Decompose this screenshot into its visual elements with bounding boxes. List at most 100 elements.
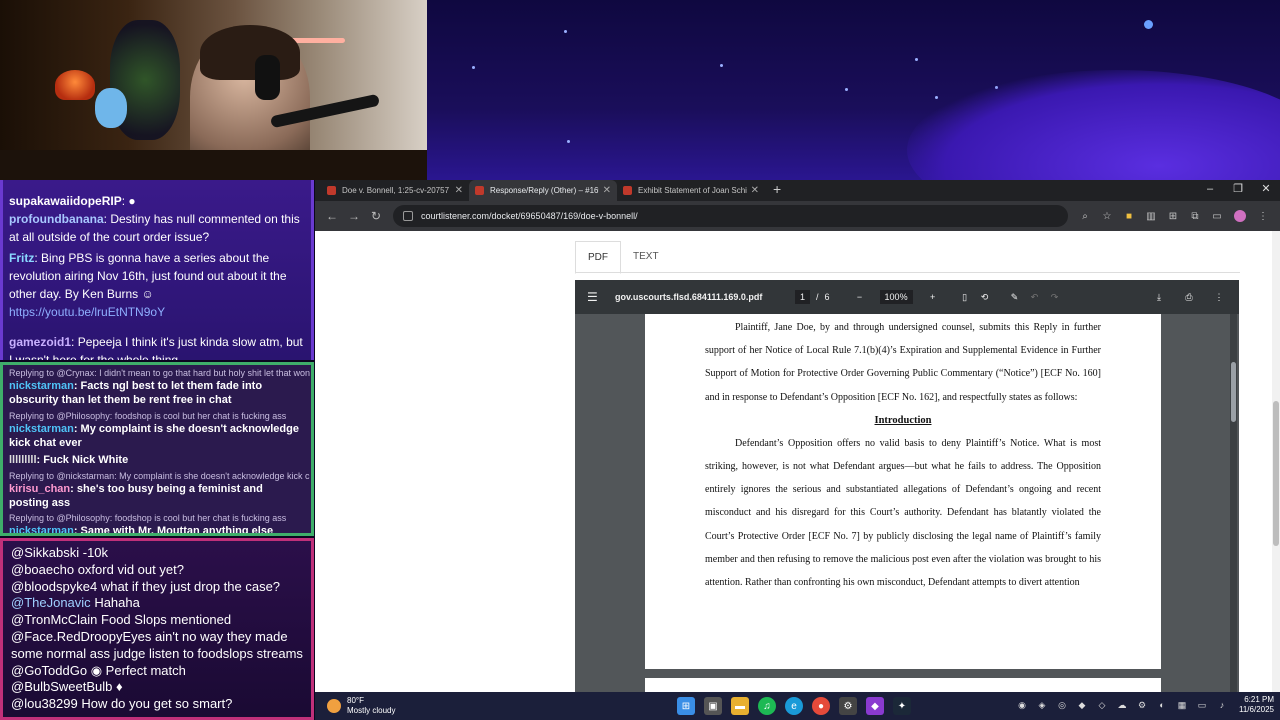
download-icon[interactable]: ⤓ <box>1149 292 1169 303</box>
url-text: courtlistener.com/docket/69650487/169/do… <box>421 211 638 221</box>
chat-user[interactable]: profoundbanana <box>9 212 104 226</box>
chat-message: @boaecho oxford vid out yet? <box>11 562 303 579</box>
url-bar[interactable]: courtlistener.com/docket/69650487/169/do… <box>393 205 1068 227</box>
reply-context: Replying to @Philosophy: foodshop is coo… <box>9 513 287 523</box>
close-tab-icon[interactable]: ✕ <box>455 185 463 196</box>
chat-user[interactable]: nickstarman <box>9 423 74 435</box>
tray-icon[interactable]: ◈ <box>1036 700 1048 712</box>
undo-icon[interactable]: ↶ <box>1025 292 1045 303</box>
chat-user[interactable]: kirisu_chan <box>9 483 70 495</box>
chat-user[interactable]: @bloodspyke4 <box>11 579 97 594</box>
chat-user[interactable]: @lou38299 <box>11 696 78 711</box>
spotify-icon[interactable]: ♫ <box>758 697 776 715</box>
tray-icon[interactable]: ◎ <box>1056 700 1068 712</box>
tab-pdf[interactable]: PDF <box>575 241 621 274</box>
chat-user[interactable]: @BulbSweetBulb <box>11 679 112 694</box>
back-icon[interactable]: ← <box>321 209 343 223</box>
tab-title: Doe v. Bonnell, 1:25-cv-20757 <box>342 186 450 195</box>
chat-text: Fuck Nick White <box>43 454 129 466</box>
network-icon[interactable]: ▭ <box>1196 700 1208 712</box>
zoom-out-icon[interactable]: − <box>850 292 870 302</box>
chat-user[interactable]: Fritz <box>9 251 34 265</box>
taskbar: 80°F Mostly cloudy ⊞ ▣ ▬ ♫ e ● ⚙ ◆ ✦ ◉ ◈… <box>315 692 1280 720</box>
plush-toy <box>95 88 127 128</box>
tray-icon[interactable]: ◉ <box>1016 700 1028 712</box>
task-view-icon[interactable]: ▣ <box>704 697 722 715</box>
settings-icon[interactable]: ⚙ <box>839 697 857 715</box>
tray-icon[interactable]: ☁ <box>1116 700 1128 712</box>
menu-kebab-icon[interactable]: ⋮ <box>1252 211 1274 222</box>
chat-text: Same with Mr. Mouttan anything else <box>80 525 274 536</box>
bookmark-star-icon[interactable]: ☆ <box>1096 211 1118 222</box>
clock[interactable]: 6:21 PM 11/6/2025 <box>1239 695 1274 715</box>
tray-icon[interactable]: ▦ <box>1176 700 1188 712</box>
profile-avatar[interactable] <box>1234 210 1246 222</box>
chat-user[interactable]: lllllllll <box>9 454 37 466</box>
pdf-scrollbar[interactable] <box>1230 314 1237 692</box>
page-scrollbar[interactable] <box>1272 231 1280 692</box>
folder-icon[interactable]: ■ <box>1118 211 1140 222</box>
minimize-icon[interactable]: – <box>1196 180 1224 201</box>
chat-user[interactable]: nickstarman <box>9 380 74 392</box>
maximize-icon[interactable]: ❐ <box>1224 180 1252 201</box>
browser-tab[interactable]: Exhibit Statement of Joan Schi ✕ <box>617 180 765 201</box>
close-tab-icon[interactable]: ✕ <box>603 185 611 196</box>
tray-icon[interactable]: ◐ <box>1156 700 1168 712</box>
trash-icon[interactable]: ▥ <box>1140 211 1162 222</box>
reply-context: Replying to @nickstarman: My complaint i… <box>9 471 310 481</box>
chat-link[interactable]: https://youtu.be/lruEtNTN9oY <box>9 305 165 319</box>
extension-icon[interactable]: ⊞ <box>1162 211 1184 222</box>
file-explorer-icon[interactable]: ▬ <box>731 697 749 715</box>
chat-user[interactable]: gamezoid1 <box>9 335 71 349</box>
rotate-icon[interactable]: ⟲ <box>975 292 995 303</box>
chrome-icon[interactable]: ● <box>812 697 830 715</box>
emote-icon: ● <box>128 194 136 208</box>
zoom-in-icon[interactable]: + <box>923 292 943 302</box>
tray-icon[interactable]: ◆ <box>1076 700 1088 712</box>
page-number-input[interactable]: 1 <box>795 290 811 304</box>
close-tab-icon[interactable]: ✕ <box>751 185 759 196</box>
hamburger-menu-icon[interactable]: ☰ <box>587 290 609 304</box>
chat-user[interactable]: @boaecho <box>11 562 74 577</box>
start-icon[interactable]: ⊞ <box>677 697 695 715</box>
forward-icon[interactable]: → <box>343 209 365 223</box>
sidepanel-icon[interactable]: ▭ <box>1206 211 1228 222</box>
app-icon[interactable]: ◆ <box>866 697 884 715</box>
steam-icon[interactable]: ✦ <box>893 697 911 715</box>
annotate-icon[interactable]: ✎ <box>1005 292 1025 303</box>
browser-tab[interactable]: Doe v. Bonnell, 1:25-cv-20757 ✕ <box>321 180 469 201</box>
chat-user[interactable]: nickstarman <box>9 525 74 533</box>
chat-user[interactable]: supakawaiidopeRIP <box>9 194 122 208</box>
browser-window: Doe v. Bonnell, 1:25-cv-20757 ✕ Response… <box>315 180 1280 692</box>
tray-icon[interactable]: ⚙ <box>1136 700 1148 712</box>
chat-user[interactable]: @TheJonavic <box>11 595 91 610</box>
chat-user[interactable]: @TronMcClain <box>11 612 97 627</box>
chat-user[interactable]: @Sikkabski <box>11 545 79 560</box>
tab-text[interactable]: TEXT <box>621 241 671 274</box>
reload-icon[interactable]: ↻ <box>365 209 387 223</box>
site-info-icon[interactable] <box>403 211 413 221</box>
zoom-icon[interactable]: ⌕ <box>1074 211 1096 222</box>
pdf-page: Plaintiff, Jane Doe, by and through unde… <box>645 314 1161 669</box>
headset <box>255 55 280 100</box>
close-window-icon[interactable]: ✕ <box>1252 180 1280 201</box>
pdf-paragraph: Defendant’s Opposition offers no valid b… <box>705 437 1101 589</box>
redo-icon[interactable]: ↷ <box>1045 292 1065 303</box>
browser-tab-active[interactable]: Response/Reply (Other) – #169 ✕ <box>469 180 617 201</box>
print-icon[interactable]: ⎙ <box>1179 292 1199 303</box>
tray-icon[interactable]: ◇ <box>1096 700 1108 712</box>
space-background <box>427 0 1280 180</box>
edge-icon[interactable]: e <box>785 697 803 715</box>
fit-page-icon[interactable]: ▯ <box>955 292 975 303</box>
new-tab-button[interactable]: + <box>765 180 789 201</box>
zoom-level[interactable]: 100% <box>879 290 913 304</box>
weather-widget[interactable]: 80°F Mostly cloudy <box>327 696 395 716</box>
volume-icon[interactable]: ♪ <box>1216 700 1228 712</box>
more-options-icon[interactable]: ⋮ <box>1209 292 1229 303</box>
puzzle-icon[interactable]: ⧉ <box>1184 211 1206 222</box>
chat-user[interactable]: @GoToddGo <box>11 663 87 678</box>
pdf-filename: gov.uscourts.flsd.684111.169.0.pdf <box>615 292 763 302</box>
pdf-paragraph: Plaintiff, Jane Doe, by and through unde… <box>705 322 1101 403</box>
chat-user[interactable]: @Face.RedDroopyEyes <box>11 629 151 644</box>
chat-text: -10k <box>82 545 109 560</box>
